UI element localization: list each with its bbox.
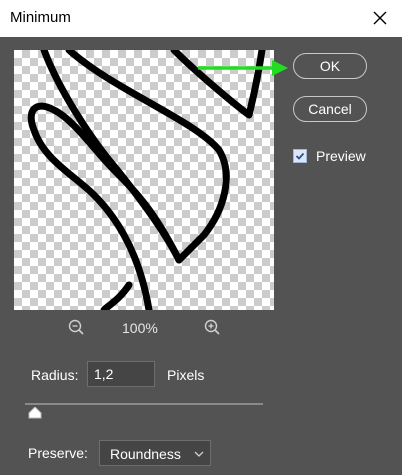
cancel-button[interactable]: Cancel	[293, 96, 367, 122]
close-button[interactable]	[368, 6, 392, 30]
checkmark-icon	[295, 152, 305, 160]
checkbox-box[interactable]	[293, 149, 307, 163]
radius-label: Radius:	[31, 367, 79, 383]
minimum-dialog: Minimum OK Cancel Preview 100% Radius: 1…	[0, 0, 402, 475]
radius-slider-thumb[interactable]	[28, 407, 42, 419]
zoom-level: 100%	[122, 320, 158, 336]
title-bar: Minimum	[0, 0, 402, 37]
radius-slider-track[interactable]	[25, 403, 263, 405]
ok-button[interactable]: OK	[293, 53, 367, 79]
zoom-in-button[interactable]	[203, 318, 223, 343]
preserve-select[interactable]: Roundness	[99, 440, 211, 466]
ok-button-label: OK	[319, 58, 341, 74]
zoom-out-button[interactable]	[67, 318, 87, 343]
preserve-value: Roundness	[110, 446, 181, 462]
chevron-down-icon	[194, 451, 204, 457]
dialog-title: Minimum	[10, 9, 71, 26]
preview-canvas[interactable]	[14, 50, 274, 310]
zoom-in-icon	[204, 319, 220, 335]
arrow-icon	[198, 60, 288, 76]
preview-checkbox[interactable]: Preview	[293, 148, 366, 164]
radius-input[interactable]: 1,2	[87, 361, 155, 387]
cancel-button-label: Cancel	[308, 101, 352, 117]
zoom-out-icon	[68, 319, 84, 335]
close-icon	[373, 11, 387, 25]
radius-unit: Pixels	[167, 367, 205, 383]
preview-image	[27, 50, 266, 310]
preview-label: Preview	[316, 148, 366, 164]
zoom-controls: 100%	[0, 318, 290, 338]
preserve-label: Preserve:	[28, 445, 88, 461]
